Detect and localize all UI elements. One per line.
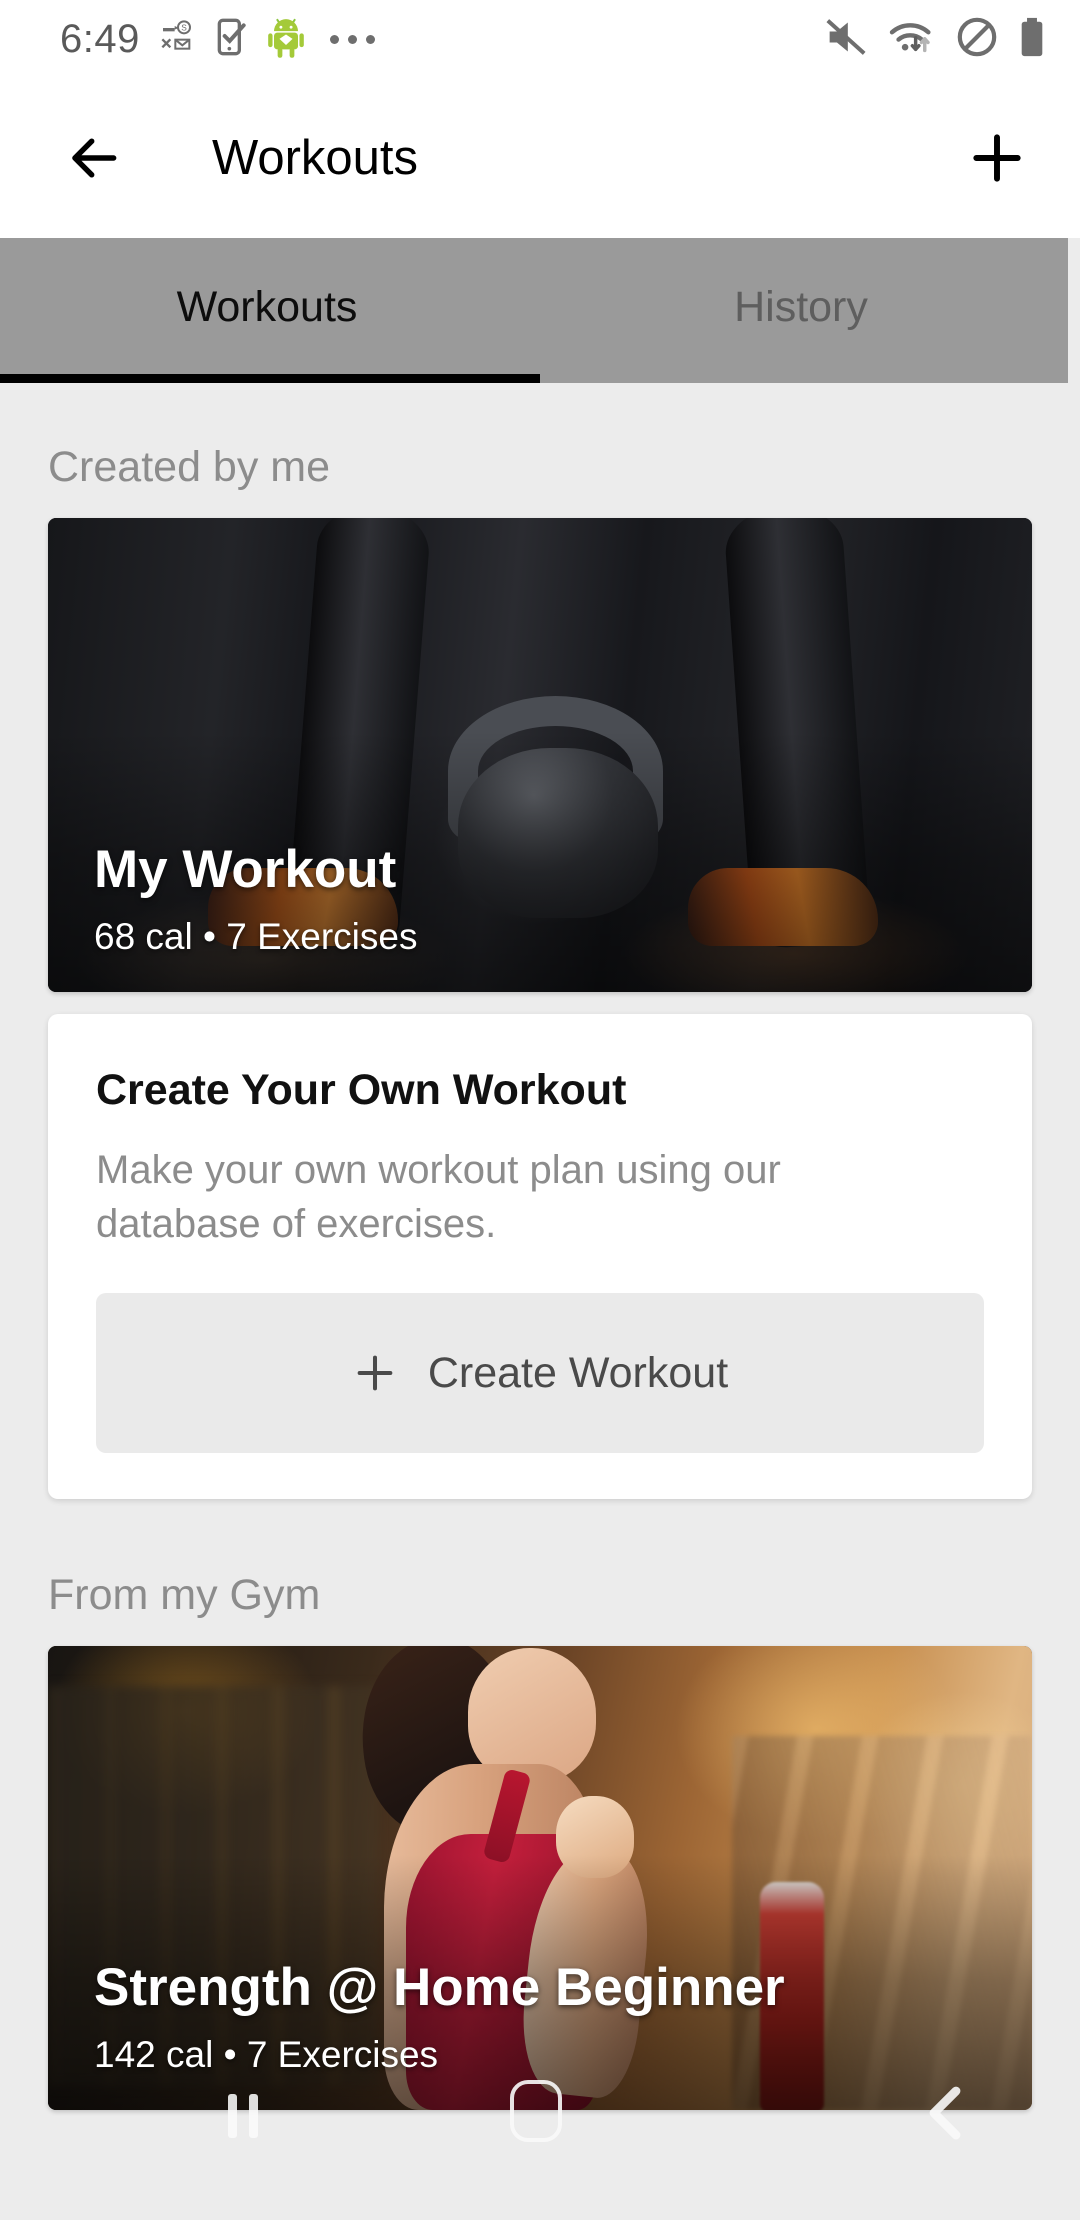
workout-name: My Workout — [94, 839, 397, 899]
section-title-from-my-gym: From my Gym — [48, 1571, 321, 1619]
home-square-icon[interactable] — [510, 2080, 562, 2142]
plus-icon — [357, 1355, 393, 1391]
do-not-disturb-icon — [956, 16, 998, 63]
app-bar: Workouts — [0, 78, 1080, 238]
workout-card-strength-at-home-beginner[interactable]: Strength @ Home Beginner 142 cal • 7 Exe… — [48, 1646, 1032, 2110]
workout-meta: 68 cal • 7 Exercises — [94, 916, 418, 957]
status-bar-clock: 6:49 — [60, 16, 140, 61]
workout-meta: 142 cal • 7 Exercises — [94, 2034, 439, 2075]
create-workout-button-label: Create Workout — [427, 1348, 729, 1397]
create-card-description: Make your own workout plan using our dat… — [96, 1148, 781, 1246]
android-robot-icon — [266, 15, 306, 64]
battery-full-icon — [1018, 16, 1046, 63]
key-dollar-icon: S — [158, 17, 198, 62]
active-tab-indicator — [0, 374, 540, 383]
arrow-left-icon — [72, 138, 117, 178]
tab-workouts-label: Workouts — [176, 283, 358, 331]
wifi-transfer-icon — [888, 17, 936, 62]
notification-icons: S — [158, 15, 375, 64]
plus-icon — [973, 134, 1021, 182]
create-card-title: Create Your Own Workout — [96, 1066, 627, 1114]
tab-history-label: History — [734, 283, 868, 331]
svg-text:S: S — [181, 22, 187, 32]
card-text-block: Strength @ Home Beginner 142 cal • 7 Exe… — [94, 1957, 992, 2076]
back-chevron-icon[interactable] — [924, 2085, 968, 2146]
back-button[interactable] — [50, 115, 136, 201]
tab-bar: Workouts History — [0, 238, 1068, 383]
create-own-workout-card: Create Your Own Workout Make your own wo… — [48, 1014, 1032, 1499]
volume-muted-icon — [824, 17, 868, 62]
status-bar: 6:49 S — [0, 0, 1080, 78]
phone-check-icon — [214, 17, 250, 62]
section-title-created-by-me: Created by me — [48, 443, 331, 491]
tab-workouts[interactable]: Workouts — [0, 238, 534, 383]
add-workout-button[interactable] — [954, 115, 1040, 201]
card-text-block: My Workout 68 cal • 7 Exercises — [94, 839, 992, 958]
create-workout-button[interactable]: Create Workout — [96, 1293, 984, 1453]
workouts-list: Created by me My Workout 68 cal • 7 Exer… — [0, 383, 1080, 2220]
page-title: Workouts — [212, 131, 419, 185]
tab-history[interactable]: History — [534, 238, 1068, 383]
system-status-icons — [824, 16, 1046, 63]
overflow-dots-icon — [329, 34, 375, 44]
recents-bars-icon[interactable] — [228, 2094, 258, 2138]
workout-card-my-workout[interactable]: My Workout 68 cal • 7 Exercises — [48, 518, 1032, 992]
workout-name: Strength @ Home Beginner — [94, 1957, 785, 2017]
status-bar-left: 6:49 S — [60, 15, 375, 64]
